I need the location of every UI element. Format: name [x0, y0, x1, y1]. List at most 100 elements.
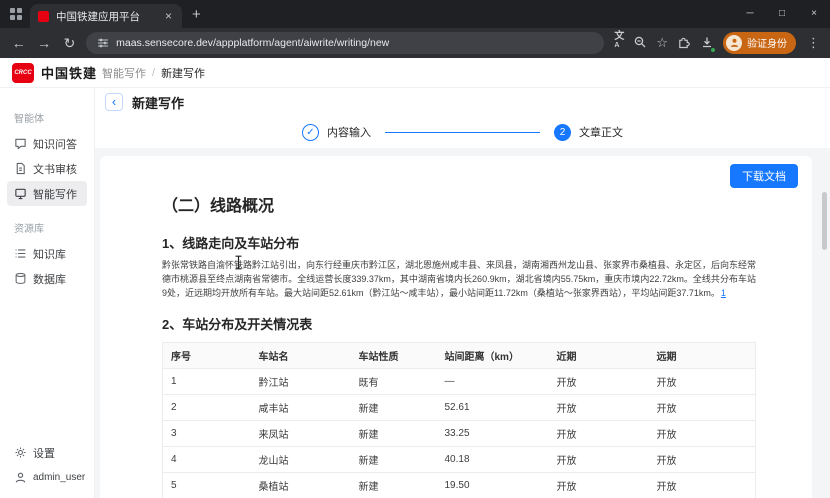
sidebar-item-label: 设置 — [33, 447, 55, 460]
table-header-row: 序号 车站名 车站性质 站间距离（km） 近期 远期 — [162, 342, 756, 369]
cell: 40.18 — [436, 446, 549, 473]
sidebar-item-label: 智能写作 — [33, 188, 77, 201]
col-header: 近期 — [548, 342, 649, 369]
profile-label: 验证身份 — [747, 39, 787, 51]
new-tab-button[interactable]: + — [192, 6, 201, 23]
tab-title: 中国铁建应用平台 — [56, 10, 140, 23]
forward-icon[interactable]: → — [35, 35, 52, 51]
subheading-route: 1、线路走向及车站分布 — [162, 236, 300, 251]
browser-toolbar: ← → ↻ maas.sensecore.dev/appplatform/age… — [0, 28, 830, 58]
sidebar-item-doc-review[interactable]: 文书审核 — [7, 156, 87, 181]
extensions-icon[interactable] — [677, 35, 691, 51]
zoom-icon[interactable] — [633, 35, 647, 51]
sidebar: 智能体 知识问答 文书审核 智能写作 资源库 知识库 数据库 设置 admin_… — [0, 88, 95, 498]
sidebar-item-knowledge-qa[interactable]: 知识问答 — [7, 131, 87, 156]
cell: 开放 — [648, 368, 756, 395]
step-content-input[interactable]: ✓ 内容输入 — [302, 123, 371, 141]
chat-icon — [14, 137, 27, 150]
cell: 5 — [162, 472, 251, 498]
sidebar-item-settings[interactable]: 设置 — [7, 440, 87, 465]
maximize-button[interactable]: □ — [766, 0, 798, 28]
bookmark-star-icon[interactable]: ☆ — [656, 36, 668, 49]
minimize-button[interactable]: ─ — [734, 0, 766, 28]
citation-link[interactable]: 1 — [721, 288, 726, 298]
col-header: 远期 — [648, 342, 756, 369]
sidebar-item-database[interactable]: 数据库 — [7, 266, 87, 291]
step-check-icon: ✓ — [302, 123, 319, 141]
translate-icon[interactable]: 文A — [614, 31, 624, 54]
breadcrumb-separator: / — [152, 67, 156, 79]
paragraph-text: 黔张常铁路自渝怀铁路黔江站引出，向东行经重庆市黔江区，湖北恩施州咸丰县、来凤县，… — [162, 260, 757, 298]
col-header: 车站名 — [250, 342, 351, 369]
breadcrumb-current: 新建写作 — [161, 68, 206, 80]
route-paragraph: 黔张常铁路自渝怀铁路黔江站引出，向东行经重庆市黔江区，湖北恩施州咸丰县、来凤县，… — [162, 259, 756, 301]
toolbar-icons: 文A ☆ 验证身份 ⋮ — [614, 31, 820, 54]
page-title-row: ‹ 新建写作 — [95, 88, 830, 116]
crcc-logo: CRCC — [12, 62, 34, 83]
cell: 开放 — [548, 420, 649, 447]
step-label: 内容输入 — [327, 127, 371, 139]
site-settings-icon[interactable] — [97, 37, 109, 49]
step-number: 2 — [554, 123, 571, 141]
stepper: ✓ 内容输入 2 文章正文 — [95, 116, 830, 148]
writing-icon — [14, 187, 27, 200]
window-controls: ─ □ × — [734, 0, 830, 28]
download-complete-badge — [710, 46, 716, 53]
content-area: 下载文档 （二）线路概况 1、线路走向及车站分布 黔张常铁路自渝怀铁路黔江站引出… — [95, 148, 830, 498]
step-article-body[interactable]: 2 文章正文 — [554, 123, 623, 141]
section-heading: （二）线路概况 — [162, 198, 275, 215]
sidebar-item-user[interactable]: admin_user — [7, 465, 87, 490]
cell: 开放 — [548, 446, 649, 473]
cell: 新建 — [350, 420, 437, 447]
breadcrumb-parent[interactable]: 智能写作 — [102, 65, 146, 81]
cell: 新建 — [350, 446, 437, 473]
close-window-button[interactable]: × — [798, 0, 830, 28]
url-bar[interactable]: maas.sensecore.dev/appplatform/agent/aiw… — [86, 32, 605, 54]
page-title: 新建写作 — [132, 95, 185, 111]
cell: 1 — [162, 368, 251, 395]
tab-close-icon[interactable]: × — [163, 9, 174, 23]
sidebar-item-label: 知识库 — [33, 248, 66, 261]
col-header: 车站性质 — [350, 342, 437, 369]
scrollbar-thumb[interactable] — [822, 192, 827, 250]
sidebar-item-label: 文书审核 — [33, 163, 77, 176]
tab-search-icon[interactable] — [10, 8, 22, 20]
reload-icon[interactable]: ↻ — [61, 35, 78, 52]
breadcrumb: 智能写作 / 新建写作 — [102, 58, 205, 88]
cell: 开放 — [648, 420, 756, 447]
cell: 黔江站 — [250, 368, 351, 395]
cell: 3 — [162, 420, 251, 447]
sidebar-item-ai-writing[interactable]: 智能写作 — [7, 181, 87, 206]
sidebar-footer: 设置 admin_user — [0, 440, 94, 490]
cell: 52.61 — [436, 394, 549, 421]
sidebar-section-agents: 智能体 — [14, 114, 44, 125]
cell: 新建 — [350, 394, 437, 421]
cell: 2 — [162, 394, 251, 421]
mouse-cursor-ibeam — [234, 255, 243, 275]
document-icon — [14, 162, 27, 175]
table-row: 4 龙山站 新建 40.18 开放 开放 — [162, 446, 756, 473]
cell: 开放 — [648, 394, 756, 421]
browser-window: 中国铁建应用平台 × + ─ □ × ← → ↻ maas.sensecore.… — [0, 0, 830, 498]
browser-tab[interactable]: 中国铁建应用平台 × — [30, 4, 182, 28]
sidebar-item-knowledge-base[interactable]: 知识库 — [7, 241, 87, 266]
list-icon — [14, 247, 27, 260]
profile-badge[interactable]: 验证身份 — [723, 31, 796, 54]
cell: 既有 — [350, 368, 437, 395]
cell: 开放 — [548, 394, 649, 421]
back-icon[interactable]: ← — [10, 35, 27, 51]
col-header: 站间距离（km） — [436, 342, 549, 369]
brand-name: 中国铁建 — [41, 66, 98, 81]
download-doc-button[interactable]: 下载文档 — [730, 164, 798, 188]
sidebar-item-label: 数据库 — [33, 273, 66, 286]
table-row: 1 黔江站 既有 — 开放 开放 — [162, 368, 756, 395]
browser-menu-icon[interactable]: ⋮ — [807, 35, 820, 51]
sidebar-item-label: 知识问答 — [33, 138, 77, 151]
table-row: 2 咸丰站 新建 52.61 开放 开放 — [162, 394, 756, 421]
download-icon[interactable] — [700, 35, 716, 53]
cell: 4 — [162, 446, 251, 473]
user-icon — [14, 471, 27, 484]
col-header: 序号 — [162, 342, 251, 369]
url-text[interactable]: maas.sensecore.dev/appplatform/agent/aiw… — [116, 37, 389, 49]
back-button[interactable]: ‹ — [105, 93, 123, 111]
